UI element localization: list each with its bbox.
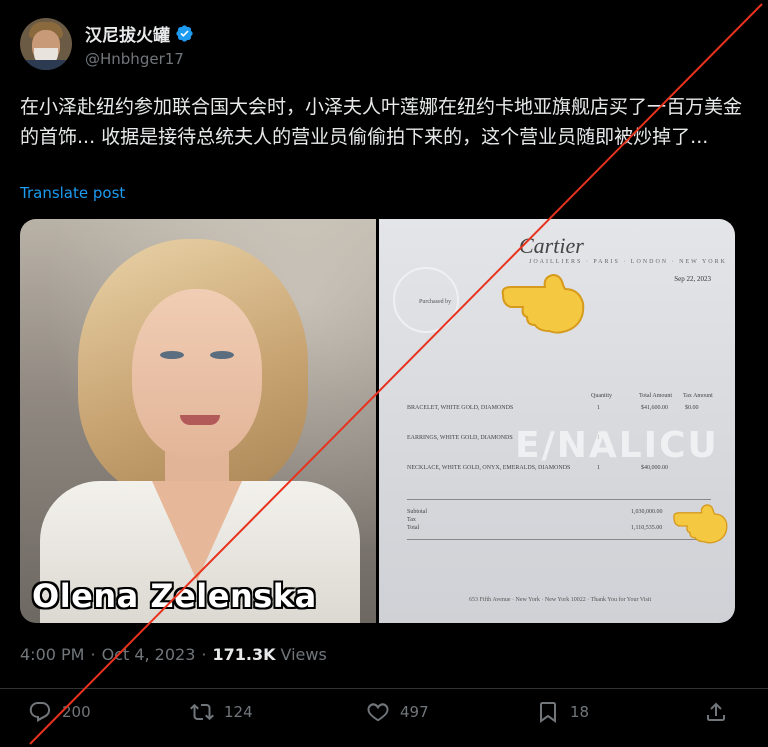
share-button[interactable]	[704, 700, 738, 724]
receipt: Cartier JOAILLIERS · PARIS · LONDON · NE…	[379, 219, 735, 623]
watermark: E/NALICU	[515, 425, 719, 466]
receipt-brand-sub: JOAILLIERS · PARIS · LONDON · NEW YORK	[529, 259, 727, 265]
share-icon	[707, 702, 725, 721]
receipt-item-name: EARRINGS, WHITE GOLD, DIAMONDS	[407, 435, 513, 441]
receipt-col-quantity: Quantity	[591, 393, 612, 399]
bookmark-count: 18	[570, 703, 590, 721]
photo-caption: Olena Zelenska	[32, 577, 317, 615]
post-date[interactable]: Oct 4, 2023	[102, 645, 196, 664]
views-label: Views	[280, 645, 327, 664]
verified-badge-icon	[176, 24, 193, 42]
receipt-brand: Cartier	[519, 233, 584, 258]
divider	[0, 688, 768, 689]
receipt-purchased-by: Purchased by	[419, 299, 452, 305]
receipt-subtotal-value: 1,030,000.00	[631, 509, 663, 515]
receipt-item-tax: $0.00	[685, 405, 699, 411]
receipt-subtotal-label: Subtotal	[407, 509, 428, 515]
reply-icon	[29, 702, 51, 722]
handle[interactable]: @Hnbhger17	[85, 50, 194, 68]
post-text: 在小泽赴纽约参加联合国大会时，小泽夫人叶莲娜在纽约卡地亚旗舰店买了一百万美金的首…	[20, 96, 743, 148]
repost-button[interactable]: 124	[190, 700, 253, 724]
receipt-photo[interactable]: Cartier JOAILLIERS · PARIS · LONDON · NE…	[379, 219, 735, 623]
post-time[interactable]: 4:00 PM	[20, 645, 84, 664]
receipt-col-total: Total Amount	[639, 393, 673, 399]
pointing-hand-icon	[673, 504, 728, 544]
action-bar: 200 124 497 18	[0, 700, 768, 738]
receipt-tax-label: Tax	[407, 517, 416, 523]
receipt-item-name: BRACELET, WHITE GOLD, DIAMONDS	[407, 405, 514, 411]
receipt-total-value: 1,110,535.00	[631, 525, 663, 531]
author-names: 汉尼拔火罐 @Hnbhger17	[85, 21, 194, 68]
receipt-item-total: $41,600.00	[641, 405, 668, 411]
receipt-address: 653 Fifth Avenue · New York · New York 1…	[469, 597, 652, 603]
repost-icon	[190, 703, 214, 721]
receipt-item-qty: 1	[597, 405, 600, 411]
reply-button[interactable]: 200	[28, 700, 91, 724]
media-grid[interactable]: Olena Zelenska Cartier JOAILLIERS · PARI…	[20, 219, 735, 623]
heart-icon	[367, 703, 389, 722]
receipt-date: Sep 22, 2023	[674, 275, 711, 283]
receipt-total-label: Total	[407, 525, 420, 531]
bookmark-button[interactable]: 18	[536, 700, 589, 724]
avatar[interactable]	[20, 18, 72, 70]
bookmark-icon	[540, 702, 556, 723]
translate-post-link[interactable]: Translate post	[20, 184, 125, 202]
post-header: 汉尼拔火罐 @Hnbhger17	[20, 18, 194, 70]
repost-count: 124	[224, 703, 253, 721]
like-button[interactable]: 497	[366, 700, 429, 724]
pointing-hand-icon	[501, 273, 585, 334]
post-meta: 4:00 PM · Oct 4, 2023 · 171.3K Views	[20, 645, 327, 664]
views-count: 171.3K	[212, 645, 276, 664]
receipt-col-tax: Tax Amount	[683, 393, 713, 399]
display-name[interactable]: 汉尼拔火罐	[85, 21, 170, 46]
like-count: 497	[400, 703, 429, 721]
portrait-photo[interactable]: Olena Zelenska	[20, 219, 376, 623]
reply-count: 200	[62, 703, 91, 721]
